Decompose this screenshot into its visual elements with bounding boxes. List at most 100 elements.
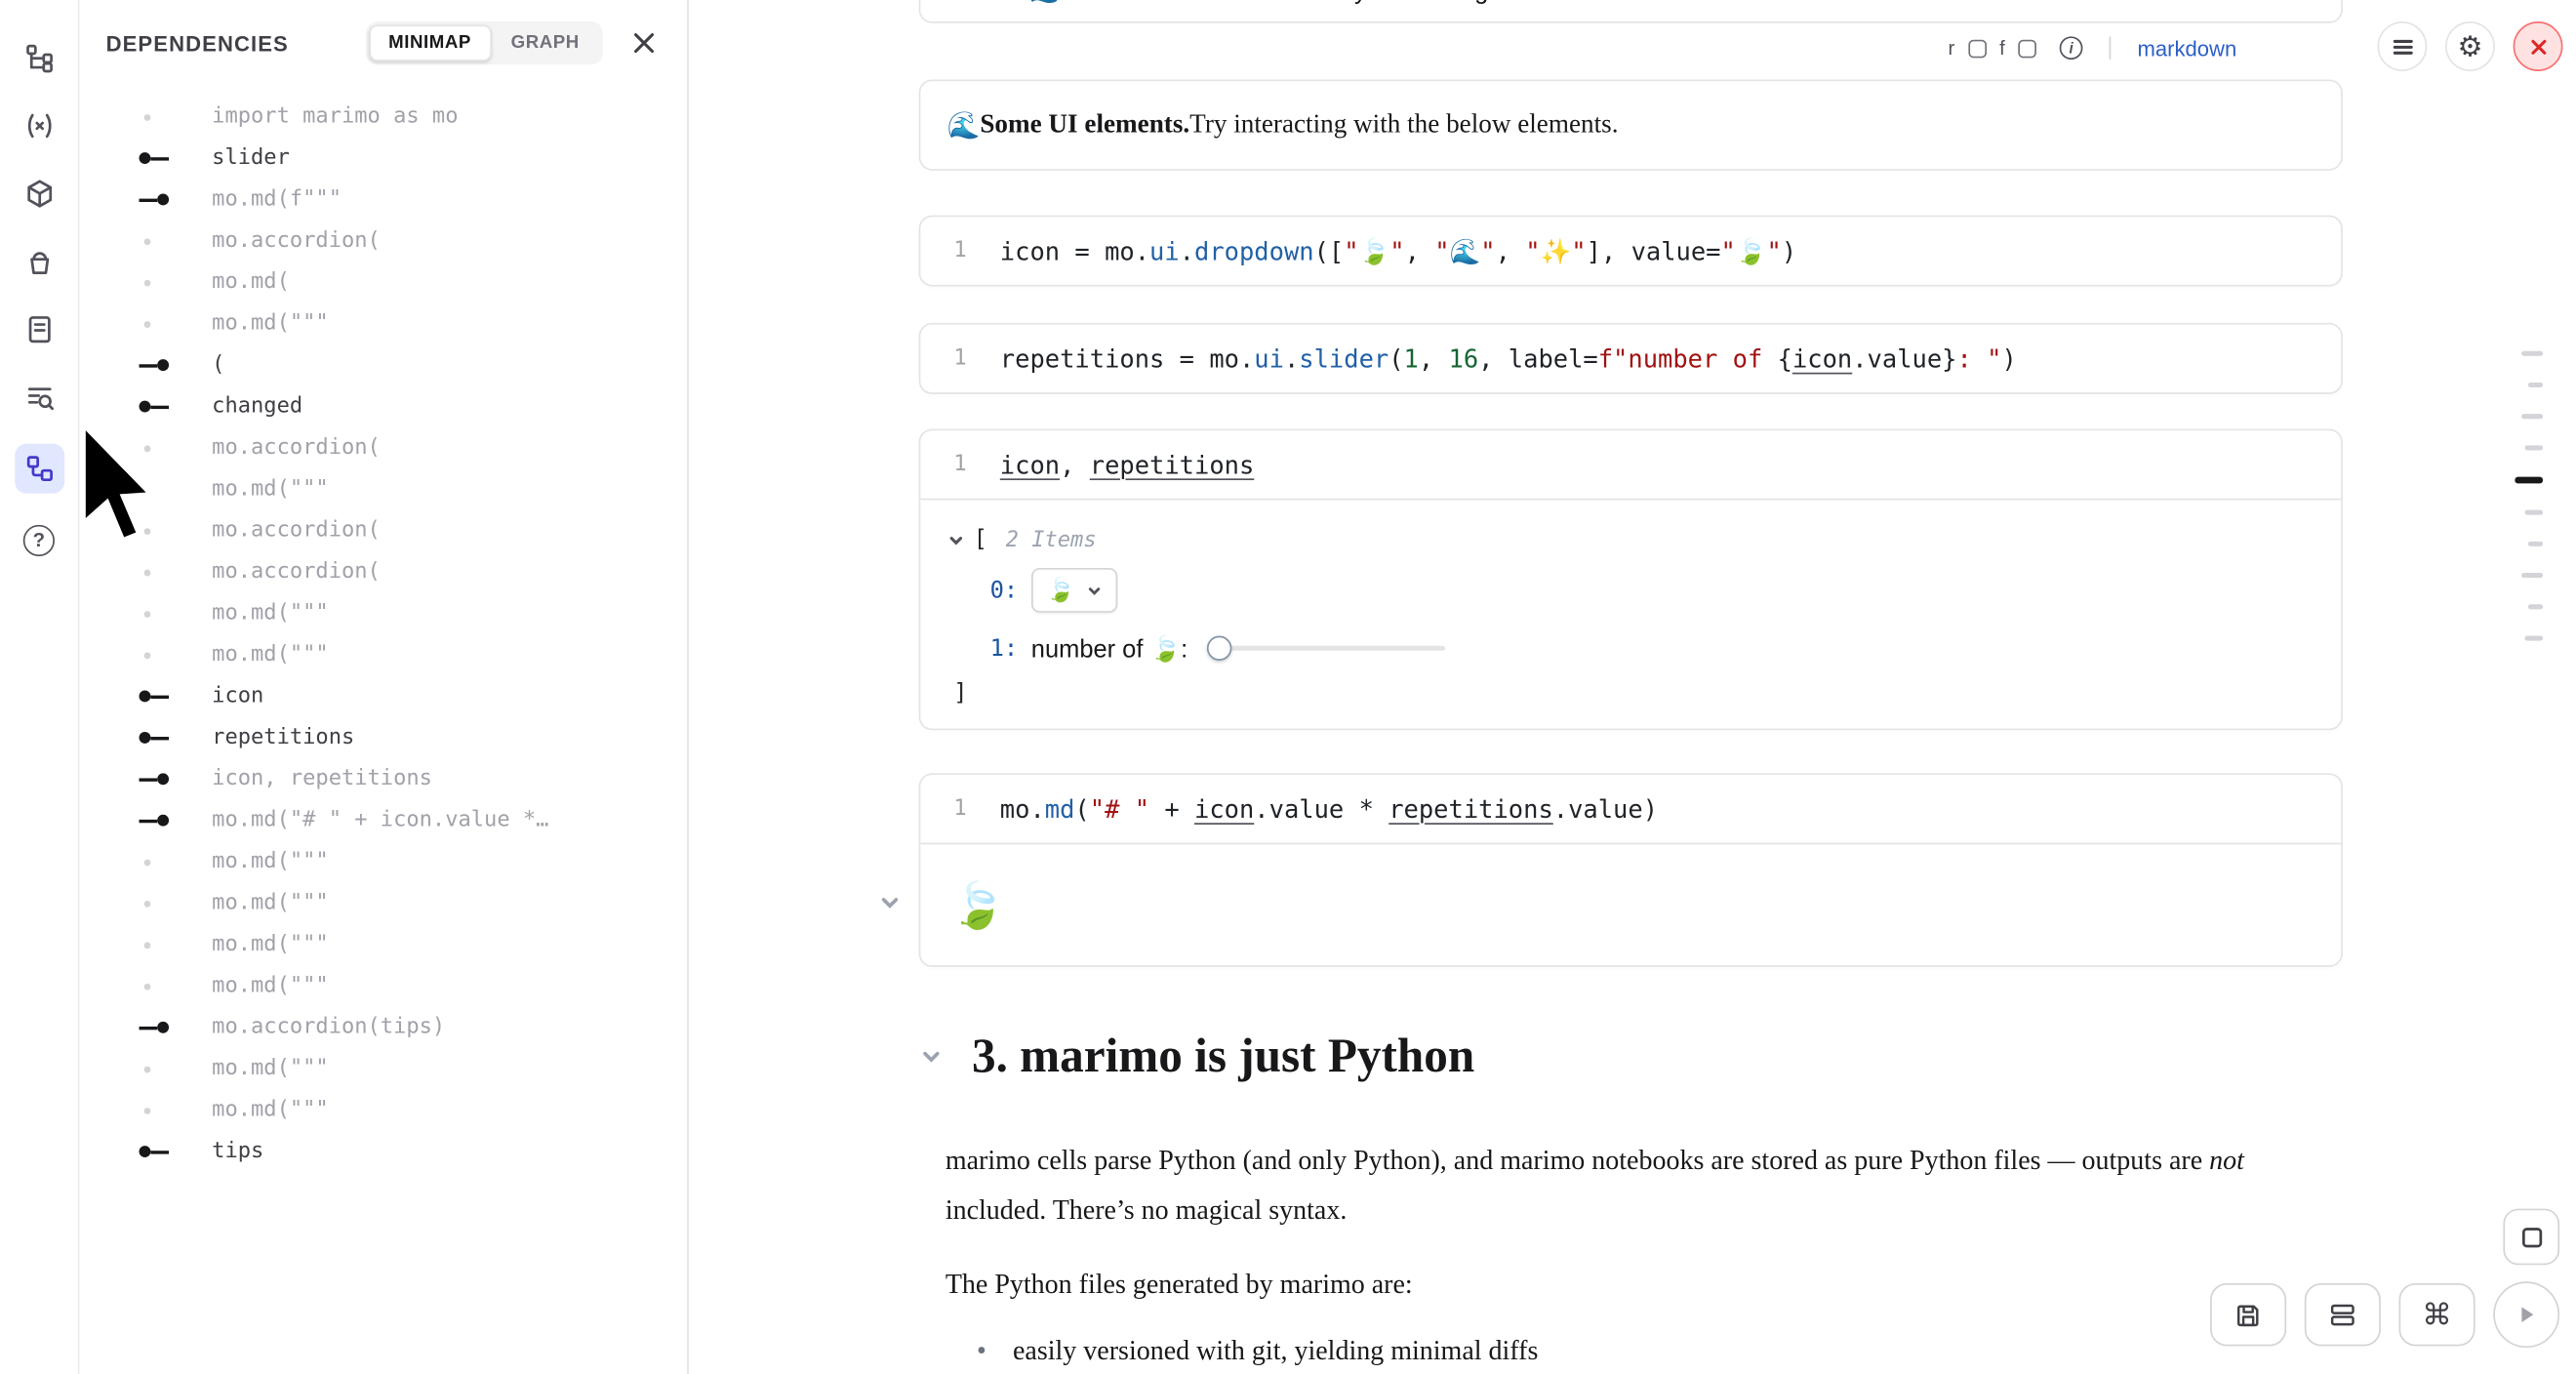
help-icon[interactable]: ? bbox=[18, 518, 60, 561]
dependencies-icon[interactable] bbox=[14, 444, 63, 494]
minimap-row[interactable]: mo.md(f""" bbox=[140, 179, 688, 220]
minimap-row[interactable]: repetitions bbox=[140, 717, 688, 758]
f-checkbox[interactable] bbox=[2018, 39, 2036, 58]
minimap-cell-label: repetitions bbox=[212, 725, 354, 749]
tab-minimap[interactable]: MINIMAP bbox=[369, 24, 492, 61]
minimap-row[interactable]: mo.accordion( bbox=[140, 551, 688, 592]
help-glyph: ? bbox=[23, 524, 55, 555]
tracker-line[interactable] bbox=[2524, 636, 2543, 640]
minimap-row[interactable]: mo.md(""" bbox=[140, 1089, 688, 1130]
code-text: icon, repetitions bbox=[1000, 450, 1254, 480]
panel-title: DEPENDENCIES bbox=[106, 30, 289, 55]
minimap-cell-label: mo.md(""" bbox=[212, 1056, 329, 1080]
cell-marker-dot-icon bbox=[140, 1107, 173, 1113]
section-collapse-icon[interactable] bbox=[919, 1044, 946, 1071]
data-sources-icon[interactable] bbox=[18, 240, 60, 283]
line-number: 1 bbox=[920, 238, 999, 263]
menu-button[interactable] bbox=[2377, 21, 2427, 71]
shutdown-button[interactable] bbox=[2514, 21, 2563, 71]
tab-graph[interactable]: GRAPH bbox=[491, 24, 599, 61]
code-editor[interactable]: 1 icon, repetitions bbox=[920, 430, 2341, 499]
minimap-row[interactable]: icon, repetitions bbox=[140, 758, 688, 799]
packages-icon[interactable] bbox=[18, 172, 60, 215]
cell-marker-dot-icon bbox=[140, 942, 173, 949]
minimap-row[interactable]: mo.accordion(tips) bbox=[140, 1007, 688, 1048]
documentation-icon[interactable] bbox=[18, 308, 60, 351]
tracker-line[interactable] bbox=[2521, 414, 2543, 418]
minimap-row[interactable]: ( bbox=[140, 344, 688, 385]
snippets-icon[interactable] bbox=[18, 104, 60, 147]
shortcuts-button[interactable]: ⌘ bbox=[2399, 1283, 2475, 1346]
cell-marker-ref-icon bbox=[140, 815, 173, 827]
tracker-line[interactable] bbox=[2521, 573, 2543, 577]
code-editor[interactable]: 1 repetitions = mo.ui.slider(1, 16, labe… bbox=[920, 325, 2341, 393]
cell-marker-dot-icon bbox=[140, 113, 173, 120]
minimap-row[interactable]: mo.accordion( bbox=[140, 221, 688, 262]
minimap-row[interactable]: mo.md("# " + icon.value *… bbox=[140, 800, 688, 841]
code-editor[interactable]: 1 icon = mo.ui.dropdown(["🍃", "🌊", "✨"],… bbox=[920, 217, 2341, 285]
run-button[interactable] bbox=[2493, 1281, 2559, 1348]
dropdown-select[interactable]: 🍃 bbox=[1031, 568, 1118, 613]
slider-knob[interactable] bbox=[1208, 636, 1232, 661]
tree-item-count: 2 Items bbox=[1006, 527, 1097, 551]
line-number: 1 bbox=[920, 346, 999, 371]
minimap-row[interactable]: mo.md(""" bbox=[140, 303, 688, 344]
save-button[interactable] bbox=[2210, 1283, 2286, 1346]
toolbar-r-label: r bbox=[1948, 36, 1954, 60]
cell-marker-def-icon bbox=[140, 691, 173, 703]
file-explorer-icon[interactable] bbox=[18, 36, 60, 79]
minimap-row[interactable]: mo.md(""" bbox=[140, 468, 688, 509]
tracker-line[interactable] bbox=[2521, 351, 2543, 355]
close-panel-button[interactable] bbox=[627, 26, 661, 60]
minimap-row[interactable]: slider bbox=[140, 138, 688, 179]
paragraph-1: marimo cells parse Python (and only Pyth… bbox=[946, 1136, 2319, 1235]
minimap-cell-label: mo.md(""" bbox=[212, 601, 329, 626]
cell-marker-dot-icon bbox=[140, 983, 173, 990]
code-text: mo.md("# " + icon.value * repetitions.va… bbox=[1000, 794, 1658, 825]
language-label[interactable]: markdown bbox=[2137, 35, 2236, 60]
editor-text-rest: Try interacting with the below elements. bbox=[1325, 0, 1767, 5]
minimap-row[interactable]: mo.md( bbox=[140, 262, 688, 303]
cell-marker-dot-icon bbox=[140, 569, 173, 576]
minimap-row[interactable]: mo.md(""" bbox=[140, 882, 688, 923]
tracker-line[interactable] bbox=[2528, 604, 2543, 608]
minimal-mode-button[interactable] bbox=[2503, 1209, 2559, 1266]
tracker-line[interactable] bbox=[2524, 510, 2543, 514]
settings-button[interactable]: ⚙ bbox=[2445, 21, 2495, 71]
minimap-cell-label: mo.accordion(tips) bbox=[212, 1015, 445, 1039]
minimap-row[interactable]: mo.accordion( bbox=[140, 510, 688, 551]
minimap-cell-label: mo.md(""" bbox=[212, 642, 329, 667]
minimap-cell-label: mo.md(f""" bbox=[212, 187, 342, 212]
minimap-row[interactable]: mo.accordion( bbox=[140, 427, 688, 468]
minimap-row[interactable]: tips bbox=[140, 1131, 688, 1172]
code-cell-slider: 1 repetitions = mo.ui.slider(1, 16, labe… bbox=[919, 323, 2343, 394]
tracker-line-active[interactable] bbox=[2515, 477, 2543, 483]
slider-track[interactable] bbox=[1208, 646, 1446, 651]
minimap-row[interactable]: icon bbox=[140, 675, 688, 716]
minimap-row[interactable]: import marimo as mo bbox=[140, 96, 688, 137]
tracker-line[interactable] bbox=[2528, 383, 2543, 386]
minimap-row[interactable]: mo.md(""" bbox=[140, 965, 688, 1006]
minimap-cell-label: icon bbox=[212, 684, 263, 708]
markdown-editor-clipped[interactable]: 🌊 **Some UI elements.** Try interacting … bbox=[919, 0, 2343, 23]
minimap-row[interactable]: mo.md(""" bbox=[140, 1048, 688, 1089]
paragraph-2: The Python files generated by marimo are… bbox=[946, 1269, 1413, 1302]
code-editor[interactable]: 1 mo.md("# " + icon.value * repetitions.… bbox=[920, 775, 2341, 843]
info-icon[interactable]: i bbox=[2060, 36, 2083, 60]
layout-button[interactable] bbox=[2305, 1283, 2381, 1346]
tree-row-1: 1: number of 🍃: bbox=[947, 621, 2314, 675]
r-checkbox[interactable] bbox=[1968, 39, 1987, 58]
tracker-line[interactable] bbox=[2528, 542, 2543, 546]
minimap-row[interactable]: mo.md(""" bbox=[140, 634, 688, 675]
code-cell-md: 1 mo.md("# " + icon.value * repetitions.… bbox=[919, 773, 2343, 967]
minimap-cell-label: mo.accordion( bbox=[212, 435, 381, 460]
minimap-row[interactable]: changed bbox=[140, 385, 688, 426]
minimap-row[interactable]: mo.md(""" bbox=[140, 924, 688, 965]
tree-collapse-icon[interactable] bbox=[947, 530, 967, 549]
logs-icon[interactable] bbox=[18, 376, 60, 419]
tracker-line[interactable] bbox=[2524, 445, 2543, 449]
output-collapse-icon[interactable] bbox=[877, 891, 904, 917]
slider-widget[interactable] bbox=[1208, 636, 1446, 661]
minimap-row[interactable]: mo.md(""" bbox=[140, 592, 688, 633]
minimap-row[interactable]: mo.md(""" bbox=[140, 841, 688, 882]
